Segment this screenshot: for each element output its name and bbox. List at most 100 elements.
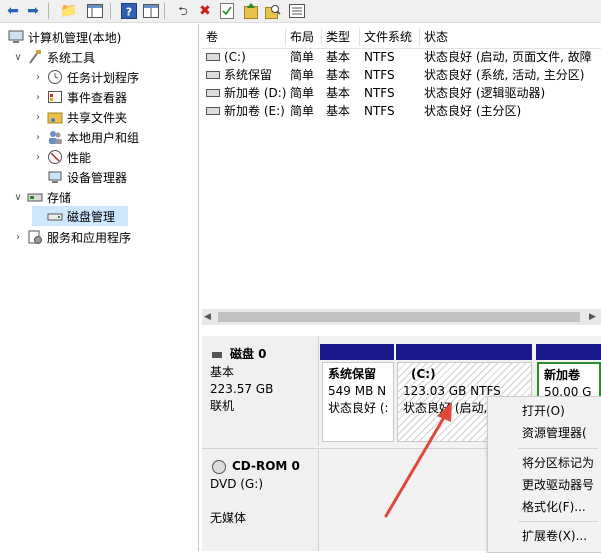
tree-item-performance[interactable]: › 性能: [32, 147, 91, 167]
partition-name: 系统保留: [328, 367, 377, 381]
disk0-info-panel[interactable]: 磁盘 0 基本 223.57 GB 联机: [202, 336, 319, 446]
disk0-size: 223.57 GB: [210, 382, 274, 396]
volume-type: 基本: [326, 68, 351, 82]
event-viewer-icon: [47, 89, 63, 105]
column-header-filesystem[interactable]: 文件系统: [360, 28, 420, 46]
partition-name: 新加卷: [544, 368, 581, 382]
partition-system-reserved[interactable]: 系统保留 549 MB N 状态良好 (:: [322, 362, 394, 442]
volume-fs: NTFS: [364, 68, 395, 82]
chevron-down-icon[interactable]: ∨: [12, 192, 24, 203]
partition-bar-new-volume: [536, 344, 601, 360]
tree-item-services-apps[interactable]: › 服务和应用程序: [12, 227, 131, 247]
disk-management-icon: [47, 208, 63, 224]
menu-item-open[interactable]: 打开(O): [522, 400, 565, 422]
volume-icon: [206, 107, 220, 115]
menu-item-change-drive-letter[interactable]: 更改驱动器号: [522, 474, 594, 496]
menu-item-mark-active[interactable]: 将分区标记为: [522, 452, 594, 474]
cdrom-icon: [212, 459, 226, 474]
table-row[interactable]: 新加卷 (E:) 简单 基本 NTFS 状态良好 (主分区): [202, 102, 601, 120]
tree-label: 任务计划程序: [67, 70, 140, 85]
toolbar-separator: [48, 3, 49, 19]
context-menu: 打开(O) 资源管理器( 将分区标记为 更改驱动器号 格式化(F)... 扩展卷…: [487, 396, 601, 553]
partition-bar-system-reserved: [320, 344, 394, 360]
disk0-title: 磁盘 0: [230, 347, 267, 361]
svg-text:?: ?: [126, 6, 132, 19]
list-icon[interactable]: [288, 2, 306, 20]
volume-name: 新加卷 (E:): [224, 104, 285, 118]
volume-fs: NTFS: [364, 86, 395, 100]
tree-item-local-users[interactable]: › 本地用户和组: [32, 127, 139, 147]
scroll-right-icon[interactable]: ▶: [589, 312, 596, 322]
table-row[interactable]: (C:) 简单 基本 NTFS 状态良好 (启动, 页面文件, 故障: [202, 48, 601, 66]
properties-icon[interactable]: [142, 2, 160, 20]
disk-icon: [212, 351, 222, 358]
column-header-layout[interactable]: 布局: [286, 28, 322, 46]
tree-item-storage[interactable]: ∨ 存储: [12, 187, 71, 207]
chevron-right-icon[interactable]: ›: [32, 152, 44, 163]
volume-icon: [206, 53, 220, 61]
tree-label: 系统工具: [47, 50, 96, 65]
forward-icon[interactable]: ➡: [24, 2, 42, 20]
volume-icon: [206, 71, 220, 79]
services-icon: [27, 229, 43, 245]
menu-item-explorer[interactable]: 资源管理器(: [522, 422, 587, 444]
cdrom0-info-panel[interactable]: CD-ROM 0 DVD (G:) 无媒体: [202, 450, 319, 551]
storage-icon: [27, 189, 43, 205]
volume-icon: [206, 89, 220, 97]
help-icon[interactable]: ?: [120, 2, 138, 20]
volume-fs: NTFS: [364, 104, 395, 118]
tree-item-shared-folders[interactable]: › 共享文件夹: [32, 107, 127, 127]
tree-label: 性能: [67, 150, 92, 165]
tree-label: 本地用户和组: [67, 130, 140, 145]
chevron-right-icon[interactable]: ›: [32, 112, 44, 123]
chevron-right-icon[interactable]: ›: [32, 92, 44, 103]
delete-icon[interactable]: ✖: [196, 2, 214, 20]
volume-layout: 简单: [290, 104, 315, 118]
connect-icon[interactable]: ⮌: [174, 2, 192, 20]
cdrom0-title: CD-ROM 0: [232, 459, 300, 473]
cdrom0-status: 无媒体: [210, 511, 247, 525]
volume-status: 状态良好 (主分区): [424, 104, 522, 118]
table-row[interactable]: 新加卷 (D:) 简单 基本 NTFS 状态良好 (逻辑驱动器): [202, 84, 601, 102]
export-icon[interactable]: [242, 2, 260, 20]
tree-item-computer-management[interactable]: 计算机管理(本地): [8, 27, 121, 47]
disk0-type: 基本: [210, 365, 235, 379]
clock-icon: [47, 69, 63, 85]
column-header-volume[interactable]: 卷: [202, 28, 286, 46]
tree-item-system-tools[interactable]: ∨ 系统工具: [12, 47, 95, 67]
scroll-left-icon[interactable]: ◀: [204, 312, 211, 322]
toolbar-separator: [110, 3, 111, 19]
disk0-title-row: 磁盘 0: [212, 346, 267, 363]
performance-icon: [47, 149, 63, 165]
scrollbar-thumb[interactable]: [218, 312, 580, 322]
tree-item-task-scheduler[interactable]: › 任务计划程序: [32, 67, 139, 87]
table-row[interactable]: 系统保留 简单 基本 NTFS 状态良好 (系统, 活动, 主分区): [202, 66, 601, 84]
volume-fs: NTFS: [364, 50, 395, 64]
volume-type: 基本: [326, 50, 351, 64]
tree-item-disk-management[interactable]: 磁盘管理: [32, 206, 128, 226]
volume-layout: 简单: [290, 50, 315, 64]
up-folder-icon[interactable]: 📁: [60, 2, 78, 20]
checklist-icon[interactable]: [218, 2, 236, 20]
column-header-type[interactable]: 类型: [322, 28, 360, 46]
navigation-tree: 计算机管理(本地) ∨ 系统工具 › 任务计划程序 › 事件查看器 › 共享文件…: [4, 24, 199, 551]
tree-label: 服务和应用程序: [47, 230, 132, 245]
partition-status: 状态良好 (:: [328, 401, 389, 415]
show-hide-tree-icon[interactable]: [86, 2, 104, 20]
chevron-right-icon[interactable]: ›: [12, 232, 24, 243]
tree-item-event-viewer[interactable]: › 事件查看器: [32, 87, 127, 107]
shared-folder-icon: [47, 109, 63, 125]
chevron-down-icon[interactable]: ∨: [12, 52, 24, 63]
menu-item-format[interactable]: 格式化(F)...: [522, 496, 586, 518]
cdrom0-type: DVD (G:): [210, 477, 263, 491]
menu-item-extend-volume[interactable]: 扩展卷(X)...: [522, 525, 587, 547]
tree-item-device-manager[interactable]: 设备管理器: [47, 167, 127, 187]
column-header-status[interactable]: 状态: [420, 28, 601, 46]
back-icon[interactable]: ⬅: [4, 2, 22, 20]
horizontal-scrollbar[interactable]: ◀ ▶: [202, 309, 601, 325]
volume-status: 状态良好 (逻辑驱动器): [424, 86, 546, 100]
chevron-right-icon[interactable]: ›: [32, 72, 44, 83]
partition-size: 549 MB N: [328, 384, 387, 398]
search-icon[interactable]: [264, 2, 282, 20]
chevron-right-icon[interactable]: ›: [32, 132, 44, 143]
